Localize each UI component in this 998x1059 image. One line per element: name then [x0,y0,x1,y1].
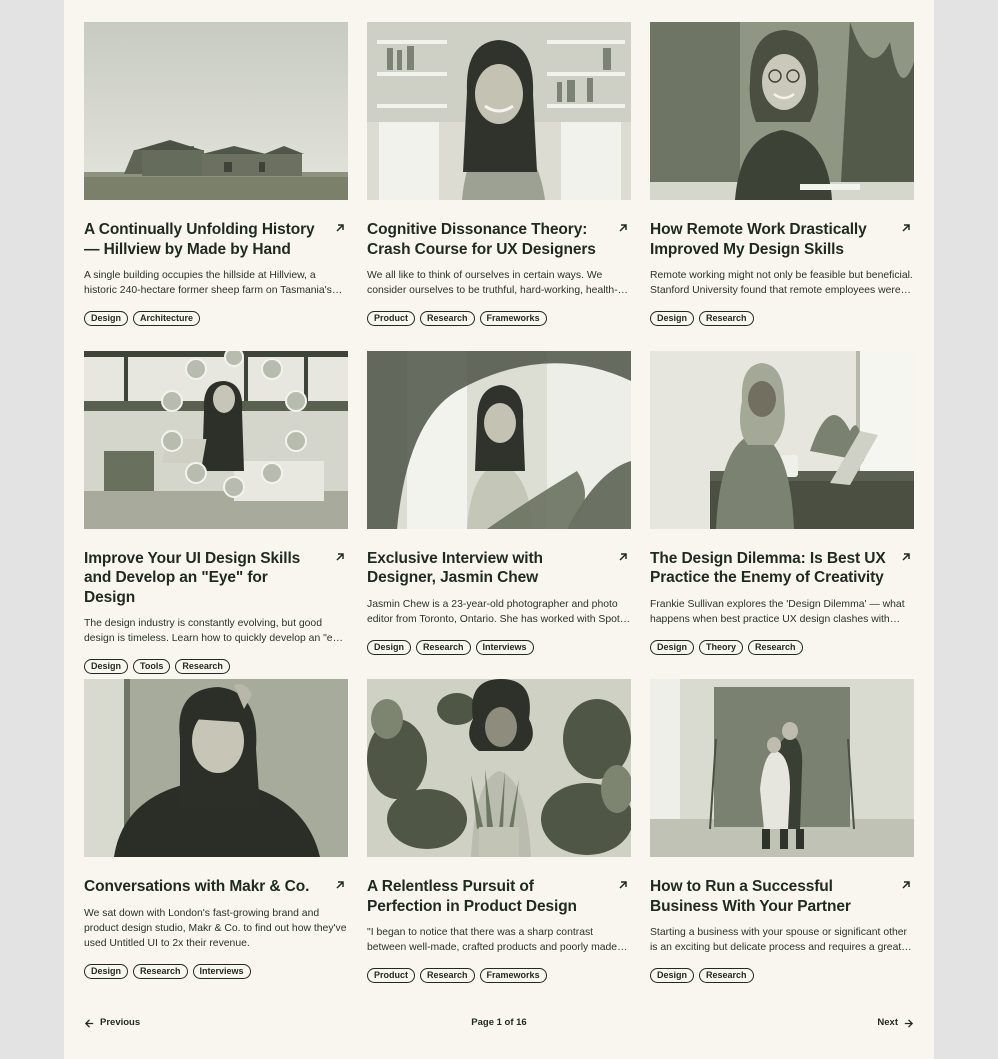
tag[interactable]: Research [699,968,754,983]
post-card[interactable]: Cognitive Dissonance Theory: Crash Cours… [367,22,631,332]
post-title[interactable]: Cognitive Dissonance Theory: Crash Cours… [367,220,605,259]
tag[interactable]: Frameworks [479,311,547,326]
next-label: Next [877,1017,898,1028]
post-tags: Product Research Frameworks [367,968,631,983]
post-image-woman-portrait[interactable] [84,679,348,857]
post-card[interactable]: Exclusive Interview with Designer, Jasmi… [367,350,631,661]
post-tags: Design Research [650,311,914,326]
post-card[interactable]: Improve Your UI Design Skills and Develo… [84,350,348,674]
arrow-up-right-icon[interactable] [617,551,629,563]
post-image-woman-through-leaf[interactable] [367,350,631,529]
next-button[interactable]: Next [877,1015,914,1031]
tag[interactable]: Design [650,311,695,326]
arrow-up-right-icon[interactable] [900,879,912,891]
post-excerpt: The design industry is constantly evolvi… [84,618,348,644]
arrow-up-right-icon[interactable] [900,222,912,234]
pagination: Previous Page 1 of 16 Next [84,1015,914,1031]
post-image-couple-studio[interactable] [650,679,914,857]
post-tags: Design Research Interviews [84,963,348,979]
tag[interactable]: Design [650,639,695,655]
post-image-woman-glasses-desk[interactable] [650,22,914,200]
arrow-right-icon [904,1018,914,1028]
tag[interactable]: Research [748,639,803,655]
arrow-up-right-icon[interactable] [900,551,912,563]
tag[interactable]: Theory [699,639,744,655]
post-excerpt: Starting a business with your spouse or … [650,927,908,953]
tag[interactable]: Design [84,311,129,326]
arrow-up-right-icon[interactable] [617,879,629,891]
tag[interactable]: Product [367,311,416,326]
tag[interactable]: Architecture [133,311,201,326]
tag[interactable]: Design [367,639,412,655]
post-card[interactable]: A Continually Unfolding History — Hillvi… [84,22,348,332]
tag[interactable]: Design [84,659,129,674]
post-title[interactable]: How Remote Work Drastically Improved My … [650,220,888,259]
post-excerpt: Remote working might not only be feasibl… [650,270,913,296]
tag[interactable]: Interviews [192,963,251,979]
tag[interactable]: Product [367,968,416,983]
tag[interactable]: Interviews [475,639,534,655]
tag[interactable]: Research [416,639,471,655]
post-title[interactable]: Conversations with Makr & Co. [84,877,322,897]
post-excerpt: We sat down with London's fast-growing b… [84,907,347,949]
post-tags: Design Theory Research [650,639,914,655]
post-image-woman-plants[interactable] [367,679,631,857]
post-excerpt: Frankie Sullivan explores the 'Design Di… [650,598,905,625]
post-title[interactable]: Exclusive Interview with Designer, Jasmi… [367,549,605,588]
post-title[interactable]: A Continually Unfolding History — Hillvi… [84,220,322,259]
tag[interactable]: Design [650,968,695,983]
tag[interactable]: Design [84,963,129,979]
post-image-barn-landscape[interactable] [84,22,348,200]
post-title[interactable]: Improve Your UI Design Skills and Develo… [84,549,322,608]
blog-page: A Continually Unfolding History — Hillvi… [64,0,934,1059]
post-card[interactable]: The Design Dilemma: Is Best UX Practice … [650,350,914,661]
post-card[interactable]: Conversations with Makr & Co. We sat dow… [84,679,348,989]
arrow-up-right-icon[interactable] [334,551,346,563]
post-image-woman-laptop-avatars[interactable] [84,350,348,529]
tag[interactable]: Research [133,963,188,979]
post-tags: Design Tools Research [84,659,348,674]
post-card[interactable]: How to Run a Successful Business With Yo… [650,679,914,989]
post-excerpt: We all like to think of ourselves in cer… [367,270,618,296]
arrow-up-right-icon[interactable] [334,222,346,234]
tag[interactable]: Research [699,311,754,326]
post-tags: Product Research Frameworks [367,311,631,326]
tag[interactable]: Research [175,659,230,674]
post-title[interactable]: How to Run a Successful Business With Yo… [650,877,888,916]
post-image-woman-bookshelf[interactable] [367,22,631,200]
arrow-up-right-icon[interactable] [334,879,346,891]
post-card[interactable]: A Relentless Pursuit of Perfection in Pr… [367,679,631,989]
tag[interactable]: Tools [133,659,171,674]
post-tags: Design Architecture [84,311,348,326]
post-tags: Design Research Interviews [367,639,631,655]
post-excerpt: Jasmin Chew is a 23-year-old photographe… [367,598,631,625]
post-tags: Design Research [650,968,914,983]
post-grid: A Continually Unfolding History — Hillvi… [84,22,914,989]
page-info: Page 1 of 16 [471,1017,527,1028]
tag[interactable]: Research [420,311,475,326]
arrow-up-right-icon[interactable] [617,222,629,234]
post-excerpt: "I began to notice that there was a shar… [367,927,618,953]
post-title[interactable]: The Design Dilemma: Is Best UX Practice … [650,549,888,588]
post-excerpt: A single building occupies the hillside … [84,270,332,296]
tag[interactable]: Research [420,968,475,983]
post-card[interactable]: How Remote Work Drastically Improved My … [650,22,914,332]
post-title[interactable]: A Relentless Pursuit of Perfection in Pr… [367,877,605,916]
post-image-woman-hijab-laptop[interactable] [650,350,914,529]
tag[interactable]: Frameworks [479,968,547,983]
